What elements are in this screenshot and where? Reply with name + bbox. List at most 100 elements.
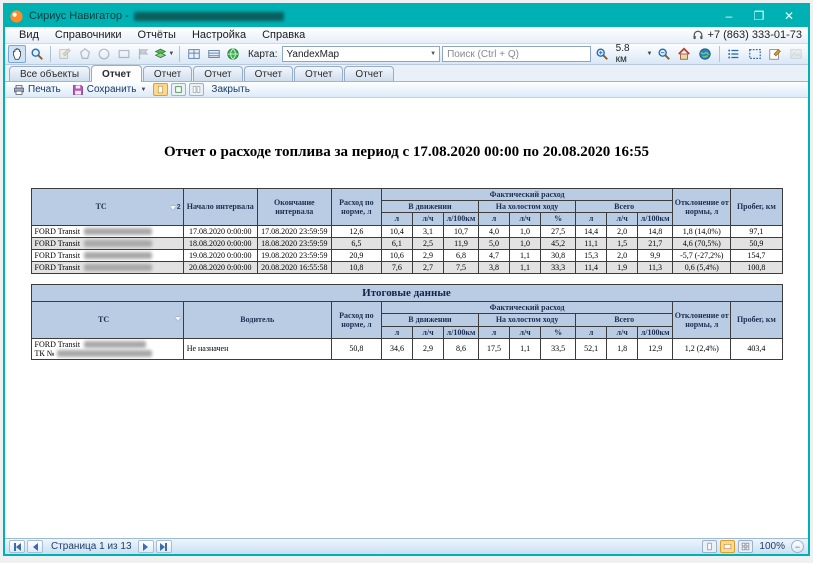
pencil-icon — [58, 47, 72, 61]
map-select[interactable]: YandexMap ▼ — [282, 46, 440, 62]
window-controls: – ❐ ✕ — [714, 8, 804, 25]
tab-report-1[interactable]: Отчет — [91, 65, 142, 82]
menu-spravka[interactable]: Справка — [254, 28, 313, 42]
maximize-button[interactable]: ❐ — [744, 8, 774, 25]
tab-report-2[interactable]: Отчет — [143, 66, 192, 81]
minimize-button[interactable]: – — [714, 8, 744, 25]
screenshot-button[interactable] — [786, 45, 805, 63]
circle-tool-button[interactable] — [96, 45, 114, 63]
col-vehicle[interactable]: ТС — [31, 302, 183, 339]
flag-tool-button[interactable] — [135, 45, 153, 63]
col-mileage[interactable]: Пробег, км — [731, 302, 782, 339]
close-report-button[interactable]: Закрыть — [207, 83, 254, 97]
cell: 20,9 — [331, 249, 381, 261]
cell: 14,4 — [576, 225, 607, 237]
grid-view-button[interactable] — [185, 45, 203, 63]
tab-report-5[interactable]: Отчет — [294, 66, 343, 81]
col-driver[interactable]: Водитель — [183, 302, 331, 339]
tab-report-3[interactable]: Отчет — [193, 66, 242, 81]
cell: 45,2 — [541, 237, 576, 249]
col-deviation[interactable]: Отклонение от нормы, л — [673, 302, 731, 339]
prev-page-button[interactable] — [27, 540, 43, 553]
unit-header: л/ч — [412, 326, 443, 338]
fit-page-button[interactable] — [189, 83, 204, 96]
table-view-button[interactable] — [205, 45, 223, 63]
tab-report-6[interactable]: Отчет — [344, 66, 393, 81]
unit-header: л/ч — [510, 213, 541, 225]
layers-button[interactable]: ▼ — [154, 45, 174, 63]
cell: 50,9 — [731, 237, 782, 249]
polygon-tool-button[interactable] — [76, 45, 94, 63]
edit-note-button[interactable] — [766, 45, 785, 63]
selection-frame-button[interactable] — [745, 45, 764, 63]
cell: 18.08.2020 0:00:00 — [183, 237, 257, 249]
menu-otchety[interactable]: Отчёты — [130, 28, 184, 42]
zoom-tool-button[interactable] — [28, 45, 46, 63]
sort-arrow-icon — [175, 317, 181, 321]
col-mileage[interactable]: Пробег, км — [731, 189, 782, 226]
zoom-out-map-button[interactable] — [654, 45, 673, 63]
cell: 97,1 — [731, 225, 782, 237]
close-button[interactable]: ✕ — [774, 8, 804, 25]
cell: 11,1 — [576, 237, 607, 249]
edit-track-button[interactable] — [56, 45, 74, 63]
multi-page-icon — [741, 542, 750, 551]
cell: 11,9 — [443, 237, 478, 249]
redacted-plate — [84, 264, 152, 271]
table-row: FORD Transit ТК № Не назначен 50,8 34,6 … — [31, 338, 782, 359]
view-fit-width-button[interactable] — [720, 540, 735, 553]
web-button[interactable] — [224, 45, 242, 63]
menu-spravochniki[interactable]: Справочники — [47, 28, 130, 42]
unit-header: л/100км — [444, 326, 479, 338]
totals-table: Итоговые данные ТС Водитель Расход по но… — [31, 284, 783, 360]
col-interval-end[interactable]: Окончание интервала — [257, 189, 331, 226]
print-button[interactable]: Печать — [9, 83, 65, 97]
map-globe-button[interactable] — [696, 45, 715, 63]
home-button[interactable] — [675, 45, 694, 63]
col-vehicle[interactable]: 2 ТС — [31, 189, 183, 226]
pan-tool-button[interactable] — [8, 45, 26, 63]
col-interval-start[interactable]: Начало интервала — [183, 189, 257, 226]
rectangle-tool-button[interactable] — [115, 45, 133, 63]
tab-report-4[interactable]: Отчет — [244, 66, 293, 81]
last-page-button[interactable] — [156, 540, 172, 553]
cell: 5,0 — [478, 237, 509, 249]
tab-all-objects[interactable]: Все объекты — [9, 66, 90, 81]
scale-value[interactable]: 5.8 км — [616, 43, 642, 65]
menu-nastroyka[interactable]: Настройка — [184, 28, 254, 42]
cell: 7,6 — [381, 261, 412, 273]
save-button[interactable]: Сохранить ▼ — [68, 83, 151, 97]
home-icon — [677, 47, 691, 61]
cell: 33,5 — [541, 338, 576, 359]
zoom-out-button[interactable]: − — [791, 540, 804, 553]
unit-header: % — [541, 326, 576, 338]
cell: 1,1 — [510, 261, 541, 273]
main-toolbar: ▼ Карта: YandexMap ▼ — [5, 44, 808, 65]
search-input[interactable] — [442, 46, 591, 62]
object-list-button[interactable] — [725, 45, 744, 63]
redacted-plate — [84, 228, 152, 235]
status-right-group: 100% − — [702, 540, 804, 553]
next-page-button[interactable] — [138, 540, 154, 553]
col-norm[interactable]: Расход по норме, л — [331, 302, 381, 339]
page-layout-button[interactable] — [153, 83, 168, 96]
cell: 17.08.2020 23:59:59 — [257, 225, 331, 237]
page-width-button[interactable] — [171, 83, 186, 96]
layers-icon — [154, 47, 167, 61]
vehicle-cell: FORD Transit ТК № — [31, 338, 183, 359]
magnifier-plus-icon — [595, 47, 609, 61]
col-vehicle-label: ТС — [98, 315, 109, 324]
magnifier-minus-icon — [657, 47, 671, 61]
col-norm[interactable]: Расход по норме, л — [331, 189, 381, 226]
cell: 0,6 (5,4%) — [673, 261, 731, 273]
view-multi-page-button[interactable] — [738, 540, 753, 553]
menu-vid[interactable]: Вид — [11, 28, 47, 42]
report-page: Отчет о расходе топлива за период с 17.0… — [5, 98, 808, 538]
zoom-level: 100% — [759, 541, 785, 552]
col-deviation[interactable]: Отклонение от нормы, л — [673, 189, 731, 226]
view-single-page-button[interactable] — [702, 540, 717, 553]
zoom-scale-button[interactable] — [593, 45, 612, 63]
first-page-button[interactable] — [9, 540, 25, 553]
globe-icon — [698, 47, 712, 61]
tab-strip: Все объекты Отчет Отчет Отчет Отчет Отче… — [5, 65, 808, 82]
